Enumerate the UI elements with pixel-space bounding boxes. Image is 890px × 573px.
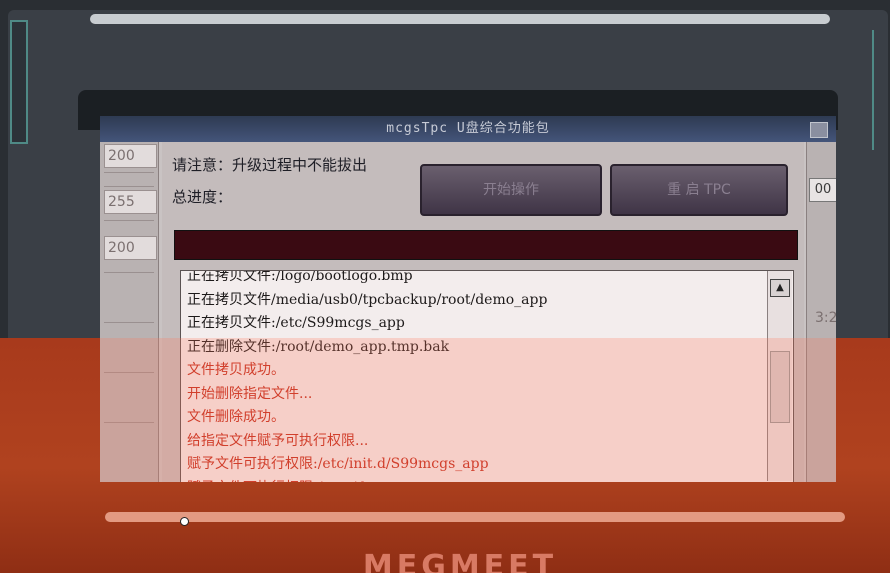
log-line: 正在拷贝文件/media/usb0/tpcbackup/root/demo_ap… (187, 291, 548, 308)
reboot-tpc-button[interactable]: 重 启 TPC (610, 164, 788, 216)
window-titlebar: mcgsTpc U盘综合功能包 (100, 116, 836, 142)
arrow-up-icon[interactable]: ▲ (770, 279, 790, 297)
log-line: 赋予文件可执行权限:/root/demo_app (187, 477, 767, 483)
divider (104, 422, 154, 423)
warning-notice: 请注意：升级过程中不能拔出 (172, 156, 368, 174)
log-line: 正在拷贝文件:/etc/S99mcgs_app (187, 315, 405, 331)
divider (104, 322, 154, 323)
bezel-right-frame (860, 30, 874, 150)
log-line: 文件拷贝成功。 (187, 362, 285, 378)
side-value: 00 (809, 178, 836, 202)
scroll-thumb[interactable] (770, 351, 790, 423)
log-line: 开始删除指定文件... (187, 385, 313, 402)
progress-bar (174, 230, 798, 260)
dot-marker (180, 517, 189, 526)
log-list[interactable]: 正在拷贝文件:/logo/bootlogo.bmp 正在拷贝文件/media/us… (180, 270, 794, 482)
divider (104, 372, 154, 373)
log-line: 给指定文件赋予可执行权限... (187, 432, 369, 449)
side-value: 255 (104, 190, 157, 214)
right-side-panel: 00 3:2 (806, 142, 836, 482)
upgrade-dialog: 请注意：升级过程中不能拔出 总进度： 开始操作 重 启 TPC 正在拷贝文件:/… (162, 142, 804, 482)
log-line: 文件删除成功。 (187, 409, 285, 425)
divider (104, 272, 154, 273)
time-fragment: 3:2 (815, 310, 836, 326)
divider (104, 172, 154, 173)
log-line: 正在拷贝文件:/logo/bootlogo.bmp (187, 270, 413, 284)
side-value: 200 (104, 236, 157, 260)
scrollbar[interactable]: ▲ (767, 271, 792, 481)
screen: mcgsTpc U盘综合功能包 200 255 200 00 3:2 请注意：升… (100, 116, 836, 482)
log-line: 正在删除文件:/root/demo_app.tmp.bak (187, 338, 450, 355)
side-value: 200 (104, 144, 157, 168)
progress-label: 总进度： (172, 188, 233, 206)
bezel-glare-bottom (105, 512, 845, 522)
close-icon[interactable] (810, 122, 828, 138)
brand-logo: MEGMEET (362, 552, 558, 573)
start-button[interactable]: 开始操作 (420, 164, 602, 216)
progress-fill (175, 231, 797, 259)
divider (104, 186, 154, 187)
log-line: 赋予文件可执行权限:/etc/init.d/S99mcgs_app (187, 456, 489, 472)
window-title: mcgsTpc U盘综合功能包 (386, 121, 550, 136)
divider (104, 220, 154, 221)
bezel-left-frame (10, 20, 28, 144)
bezel-glare (90, 14, 830, 24)
left-side-panel: 200 255 200 (100, 142, 159, 482)
